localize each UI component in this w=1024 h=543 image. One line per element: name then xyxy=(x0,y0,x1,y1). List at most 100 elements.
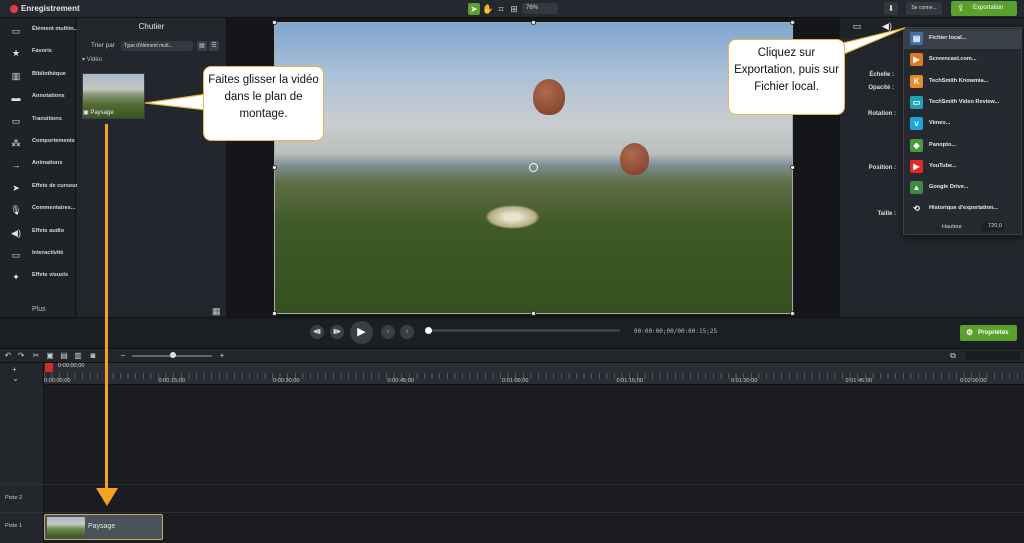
sidebar-item-label: Transitions xyxy=(32,115,62,122)
playhead[interactable] xyxy=(45,363,53,372)
ruler-tick-label: 0:01:15;00 xyxy=(616,378,643,384)
export-menu-item[interactable]: ⟲ Historique d'exportation... xyxy=(904,199,1022,219)
previous-icon[interactable]: ‹ xyxy=(381,325,395,339)
zoom-in-icon[interactable]: + xyxy=(217,350,227,362)
export-target-icon: ▲ xyxy=(910,181,923,195)
sort-order-icon[interactable]: ☰ xyxy=(209,41,219,51)
properties-button[interactable]: ⚙ Propriétés xyxy=(960,325,1017,341)
export-button[interactable]: ⇪ Exportation xyxy=(951,1,1017,16)
undo-icon[interactable]: ↶ xyxy=(3,350,13,362)
media-icon: ▭ xyxy=(11,26,21,36)
sidebar-item[interactable]: ➤ Effets de curseur xyxy=(0,178,78,200)
sidebar-item[interactable]: ⁂ Comportements xyxy=(0,133,76,155)
sidebar-item[interactable]: ▥ Bibliothèque xyxy=(0,66,76,88)
sidebar-item[interactable]: ▭ Interactivité xyxy=(0,245,76,267)
redo-icon[interactable]: ↷ xyxy=(16,350,26,362)
sidebar-item-label: Effets de curseur xyxy=(32,182,78,189)
camera-icon[interactable]: ◙ xyxy=(88,350,98,362)
ruler-tick-label: 0:02:00;00 xyxy=(960,378,987,384)
export-target-icon: v xyxy=(910,117,923,131)
add-track-icon[interactable]: + xyxy=(12,365,17,374)
export-menu-item[interactable]: K TechSmith Knowmia... xyxy=(904,72,1022,92)
resize-handle[interactable] xyxy=(790,311,795,316)
export-menu-item[interactable]: ◆ Panopto... xyxy=(904,136,1022,156)
resize-handle[interactable] xyxy=(272,311,277,316)
sidebar-item-label: Comportements xyxy=(32,138,75,144)
rotate-handle[interactable] xyxy=(529,163,538,172)
more-button[interactable]: Plus xyxy=(32,306,46,313)
callout-pointer xyxy=(145,93,207,111)
record-icon[interactable] xyxy=(10,5,18,13)
timeline-ruler[interactable] xyxy=(44,363,1024,385)
sidebar-item-label: Bibliothèque xyxy=(32,70,66,77)
collapse-icon[interactable]: ⌄ xyxy=(12,374,19,383)
sidebar-item[interactable]: ▭ Élément multim... xyxy=(0,21,79,43)
clip-thumbnail xyxy=(47,517,85,537)
transition-icon: ▭ xyxy=(11,115,21,126)
clip-name: Paysage xyxy=(88,523,116,530)
ruler-tick-label: 0:01:30;00 xyxy=(731,378,758,384)
timeline-search[interactable] xyxy=(966,351,1020,360)
split-icon[interactable]: ▥ xyxy=(73,350,83,362)
track-row: Piste 2 xyxy=(0,484,1024,512)
step-back-icon[interactable]: ◀▮ xyxy=(310,325,324,339)
export-menu-label: Fichier local... xyxy=(929,35,967,41)
export-menu-item[interactable]: ▤ Fichier local... xyxy=(904,29,1022,49)
playhead-time: 0:00:00;00 xyxy=(58,363,85,369)
download-button[interactable]: ⬇ xyxy=(884,2,898,15)
sidebar-item[interactable]: ✦ Effets visuels xyxy=(0,267,76,289)
scrub-bar[interactable] xyxy=(428,329,620,332)
timeline-zoom-knob[interactable] xyxy=(170,352,176,358)
export-menu-item[interactable]: ▲ Google Drive... xyxy=(904,178,1022,198)
sidebar-item[interactable]: ▭ Transitions xyxy=(0,111,76,133)
detach-icon[interactable]: ⧉ xyxy=(948,350,958,362)
crop-tool-icon[interactable]: ⌗ xyxy=(495,3,507,15)
pan-tool-icon[interactable]: ✋ xyxy=(482,3,494,15)
cut-icon[interactable]: ✂ xyxy=(31,350,41,362)
list-view-icon[interactable]: ▤ xyxy=(197,41,207,51)
export-button-label: Exportation xyxy=(973,5,1004,11)
export-menu-item[interactable]: ▶ Screencast.com... xyxy=(904,50,1022,70)
track-name: Piste 1 xyxy=(5,523,23,529)
callout-export: Cliquez sur Exportation, puis sur Fichie… xyxy=(728,39,845,115)
export-target-icon: ◆ xyxy=(910,138,923,152)
sidebar-item[interactable]: ★ Favoris xyxy=(0,43,76,65)
play-button[interactable]: ▶ xyxy=(350,321,373,344)
grid-view-icon[interactable]: ▦ xyxy=(212,306,221,317)
export-menu-item[interactable]: v Vimeo... xyxy=(904,114,1022,134)
temple-image xyxy=(485,205,540,229)
sidebar-item-label: Commentaires... xyxy=(32,205,76,212)
sidebar-item[interactable]: ▬ Annotations xyxy=(0,88,76,110)
mic-icon: 🎙 xyxy=(10,205,22,216)
zoom-out-icon[interactable]: − xyxy=(118,350,128,362)
fit-tool-icon[interactable]: ⊞ xyxy=(508,3,520,15)
zoom-select[interactable]: 76% xyxy=(522,3,558,14)
step-forward-icon[interactable]: ▮▶ xyxy=(330,325,344,339)
sidebar-item[interactable]: 🎙 Commentaires... xyxy=(0,200,76,222)
sidebar-item[interactable]: ◀) Effets audio xyxy=(0,223,76,245)
export-menu-item[interactable]: ▭ TechSmith Video Review... xyxy=(904,93,1022,113)
position-label: Position : xyxy=(868,165,896,171)
resize-handle[interactable] xyxy=(272,20,277,25)
next-icon[interactable]: › xyxy=(400,325,414,339)
copy-icon[interactable]: ▣ xyxy=(45,350,55,362)
balloon-image xyxy=(620,143,649,175)
resize-handle[interactable] xyxy=(272,165,277,170)
callout-drag: Faites glisser la vidéo dans le plan de … xyxy=(203,66,324,141)
scrub-knob[interactable] xyxy=(425,327,432,334)
signin-button[interactable]: Se conne... xyxy=(906,2,942,15)
height-input[interactable]: 720,0 xyxy=(982,222,1004,231)
resize-handle[interactable] xyxy=(790,165,795,170)
resize-handle[interactable] xyxy=(531,311,536,316)
select-tool-icon[interactable]: ➤ xyxy=(468,3,480,15)
track-name: Piste 2 xyxy=(5,495,23,501)
resize-handle[interactable] xyxy=(531,20,536,25)
export-menu-item[interactable]: ▶ YouTube... xyxy=(904,157,1022,177)
paste-icon[interactable]: ▤ xyxy=(59,350,69,362)
wand-icon: ✦ xyxy=(12,272,20,283)
star-icon: ★ xyxy=(11,48,21,59)
resize-handle[interactable] xyxy=(790,20,795,25)
sort-select[interactable]: Type d'élément mult... xyxy=(121,41,193,51)
sidebar-item[interactable]: → Animations xyxy=(0,155,76,177)
timeline-clip[interactable]: Paysage xyxy=(44,514,163,540)
